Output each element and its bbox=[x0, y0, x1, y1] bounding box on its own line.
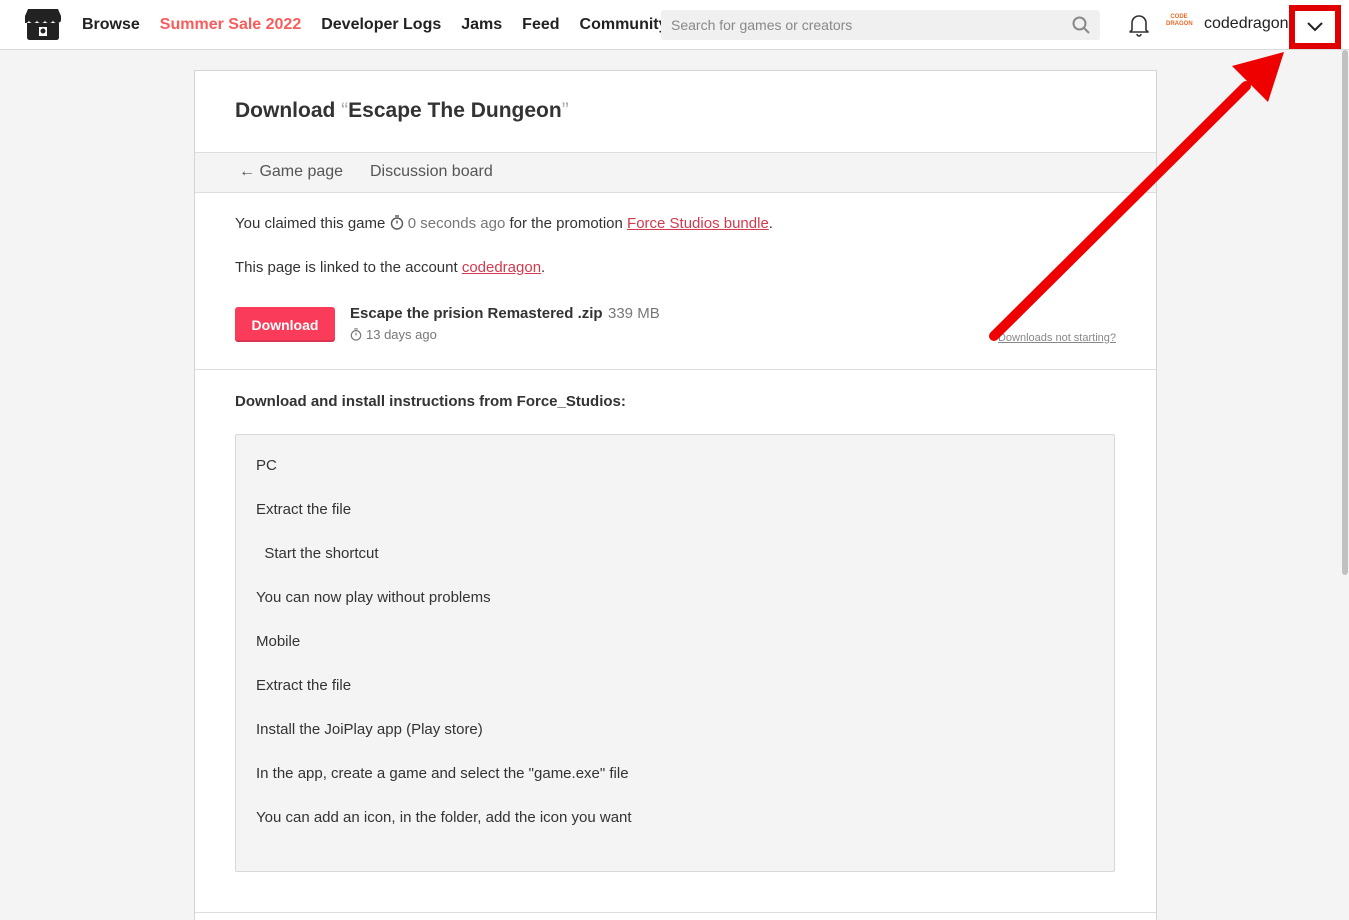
promotion-link[interactable]: Force Studios bundle bbox=[627, 215, 769, 232]
nav-browse[interactable]: Browse bbox=[82, 16, 140, 34]
downloads-not-starting-link[interactable]: Downloads not starting? bbox=[998, 332, 1116, 344]
tab-discussion-board[interactable]: Discussion board bbox=[370, 163, 493, 181]
instruction-line: In the app, create a game and select the… bbox=[256, 765, 629, 782]
instruction-line: Extract the file bbox=[256, 677, 352, 694]
instruction-line: You can now play without problems bbox=[256, 589, 491, 606]
search-input[interactable] bbox=[661, 10, 1100, 40]
stopwatch-icon bbox=[390, 215, 403, 230]
instruction-line: Extract the file bbox=[256, 501, 352, 518]
top-navbar: Browse Summer Sale 2022 Developer Logs J… bbox=[0, 0, 1349, 50]
title-prefix: Download bbox=[235, 99, 342, 122]
claim-prefix: You claimed this game bbox=[235, 215, 390, 232]
file-upload-date: 13 days ago bbox=[350, 327, 437, 342]
nav-jams[interactable]: Jams bbox=[461, 16, 502, 34]
instruction-line: Install the JoiPlay app (Play store) bbox=[256, 721, 483, 738]
nav-community[interactable]: Community bbox=[580, 16, 668, 34]
claim-suffix: . bbox=[768, 215, 773, 232]
account-link[interactable]: codedragon bbox=[462, 259, 541, 276]
chevron-down-icon bbox=[1307, 22, 1323, 32]
instructions-box: PC Extract the file Start the shortcut Y… bbox=[235, 434, 1115, 872]
download-page-card: Download “Escape The Dungeon” ← Game pag… bbox=[194, 70, 1157, 920]
linked-suffix: . bbox=[541, 259, 546, 276]
section-divider bbox=[195, 369, 1156, 370]
nav-summer-sale[interactable]: Summer Sale 2022 bbox=[160, 16, 301, 34]
instruction-line: PC bbox=[256, 457, 277, 474]
search-box bbox=[661, 10, 1100, 40]
file-name: Escape the prision Remastered .zip bbox=[350, 305, 603, 322]
page-tabs: ← Game page Discussion board bbox=[195, 152, 1156, 193]
search-icon[interactable] bbox=[1072, 16, 1090, 34]
claim-middle: for the promotion bbox=[505, 215, 628, 232]
account-dropdown-button[interactable] bbox=[1289, 5, 1341, 49]
notification-bell-icon[interactable] bbox=[1128, 13, 1150, 37]
file-date-text: 13 days ago bbox=[366, 327, 437, 342]
claim-time: 0 seconds ago bbox=[407, 215, 506, 232]
avatar[interactable]: CODE DRAGON bbox=[1166, 14, 1193, 34]
username-label[interactable]: codedragon bbox=[1204, 15, 1289, 33]
itchio-logo-icon[interactable] bbox=[24, 8, 62, 42]
bottom-divider bbox=[195, 912, 1156, 913]
nav-feed[interactable]: Feed bbox=[522, 16, 559, 34]
linked-account-info: This page is linked to the account coded… bbox=[235, 259, 545, 276]
instruction-line: Mobile bbox=[256, 633, 301, 650]
instruction-line: You can add an icon, in the folder, add … bbox=[256, 809, 632, 826]
page-title: Download “Escape The Dungeon” bbox=[235, 99, 569, 123]
instruction-line: Start the shortcut bbox=[256, 545, 379, 562]
title-close-quote: ” bbox=[561, 99, 569, 122]
scrollbar-thumb[interactable] bbox=[1342, 50, 1348, 575]
instructions-heading: Download and install instructions from F… bbox=[235, 393, 626, 410]
stopwatch-icon bbox=[350, 328, 362, 341]
claim-info: You claimed this game 0 seconds ago for … bbox=[235, 215, 773, 232]
tab-game-page[interactable]: ← Game page bbox=[239, 163, 343, 181]
page-scrollbar[interactable] bbox=[1341, 50, 1349, 920]
download-button[interactable]: Download bbox=[235, 307, 335, 342]
file-size: 339 MB bbox=[608, 305, 660, 322]
title-game-name: Escape The Dungeon bbox=[348, 99, 562, 122]
nav-developer-logs[interactable]: Developer Logs bbox=[321, 16, 441, 34]
main-nav: Browse Summer Sale 2022 Developer Logs J… bbox=[82, 0, 688, 50]
linked-prefix: This page is linked to the account bbox=[235, 259, 462, 276]
